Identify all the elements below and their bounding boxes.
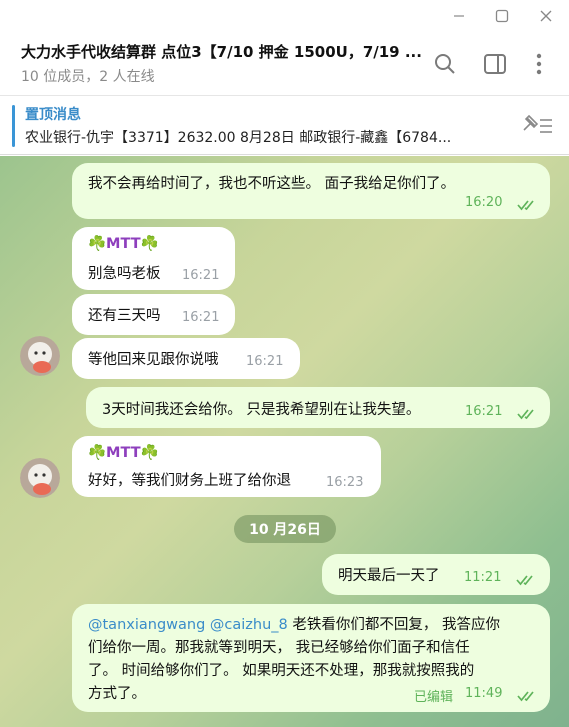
sidebar-toggle-icon[interactable] (481, 50, 509, 78)
message-time: 11:21 (464, 570, 502, 585)
chat-header: 大力水手代收结算群 点位3【7/10 押金 1500U，7/19 ... 10 … (0, 32, 569, 96)
message-text: 我不会再给时间了，我也不听这些。 面子我给足你们了。 (88, 176, 456, 192)
date-separator: 10 月26日 (234, 515, 336, 543)
message-text: 还有三天吗 (88, 308, 161, 324)
message-bubble-incoming[interactable]: 还有三天吗 16:21 (72, 294, 235, 335)
message-text: 们给你一周。那我就等到明天， 我已经够给你们面子和信任 (88, 640, 470, 656)
pinned-text: 农业银行-仇宇【3371】2632.00 8月28日 邮政银行-藏鑫【6784.… (25, 130, 452, 146)
chat-member-status: 10 位成员，2 人在线 (21, 69, 155, 85)
message-time: 16:20 (465, 195, 503, 210)
maximize-icon[interactable] (491, 6, 513, 26)
pinned-title: 置顶消息 (25, 107, 81, 123)
message-time: 11:49 (465, 686, 503, 701)
edited-label: 已编辑 (414, 690, 454, 705)
message-bubble-outgoing[interactable]: 我不会再给时间了，我也不听这些。 面子我给足你们了。 16:20 (72, 163, 550, 219)
message-sender-name[interactable]: ☘️MTT☘️ (88, 235, 159, 252)
more-options-icon[interactable] (525, 50, 553, 78)
message-text: 好好，等我们财务上班了给你退 (88, 473, 291, 489)
chat-message-area[interactable]: 我不会再给时间了，我也不听这些。 面子我给足你们了。 16:20 ☘️MTT☘️… (0, 156, 569, 727)
message-bubble-outgoing[interactable]: 3天时间我还会给你。 只是我希望别在让我失望。 16:21 (86, 387, 550, 428)
message-bubble-incoming[interactable]: ☘️MTT☘️ 好好，等我们财务上班了给你退 16:23 (72, 436, 381, 497)
close-icon[interactable] (535, 6, 557, 26)
message-bubble-incoming[interactable]: ☘️MTT☘️ 别急吗老板 16:21 (72, 227, 235, 290)
message-line-1: @tanxiangwang @caizhu_8 老铁看你们都不回复， 我答应你 (88, 613, 500, 634)
avatar[interactable] (20, 336, 60, 376)
message-time: 16:21 (182, 268, 220, 283)
window-titlebar (0, 0, 569, 32)
mention-link[interactable]: @tanxiangwang (88, 617, 205, 633)
minimize-icon[interactable] (448, 6, 470, 26)
message-text: 方式了。 (88, 686, 146, 702)
message-text: 了。 时间给够你们了。 如果明天还不处理，那我就按照我的 (88, 663, 475, 679)
message-text: 明天最后一天了 (338, 568, 440, 584)
read-check-icon (517, 200, 534, 211)
message-bubble-incoming[interactable]: 等他回来见跟你说哦 16:21 (72, 338, 300, 379)
message-time: 16:21 (182, 310, 220, 325)
message-bubble-outgoing[interactable]: 明天最后一天了 11:21 (322, 554, 550, 595)
message-text: 等他回来见跟你说哦 (88, 352, 219, 368)
message-text: 老铁看你们都不回复， 我答应你 (287, 617, 500, 633)
read-check-icon (516, 575, 533, 586)
pinned-message-bar[interactable]: 置顶消息 农业银行-仇宇【3371】2632.00 8月28日 邮政银行-藏鑫【… (0, 97, 569, 155)
message-time: 16:21 (246, 354, 284, 369)
message-bubble-outgoing[interactable]: @tanxiangwang @caizhu_8 老铁看你们都不回复， 我答应你 … (72, 604, 550, 712)
pinned-accent-bar (12, 105, 15, 147)
pinned-list-icon[interactable] (520, 112, 554, 138)
message-sender-name[interactable]: ☘️MTT☘️ (88, 444, 159, 461)
message-text: 别急吗老板 (88, 266, 161, 282)
mention-link[interactable]: @caizhu_8 (210, 617, 288, 633)
message-time: 16:23 (326, 475, 364, 490)
read-check-icon (517, 409, 534, 420)
read-check-icon (517, 691, 534, 702)
search-icon[interactable] (431, 50, 459, 78)
chat-title[interactable]: 大力水手代收结算群 点位3【7/10 押金 1500U，7/19 ... (21, 41, 426, 62)
message-text: 3天时间我还会给你。 只是我希望别在让我失望。 (102, 402, 421, 418)
message-time: 16:21 (465, 404, 503, 419)
avatar[interactable] (20, 458, 60, 498)
